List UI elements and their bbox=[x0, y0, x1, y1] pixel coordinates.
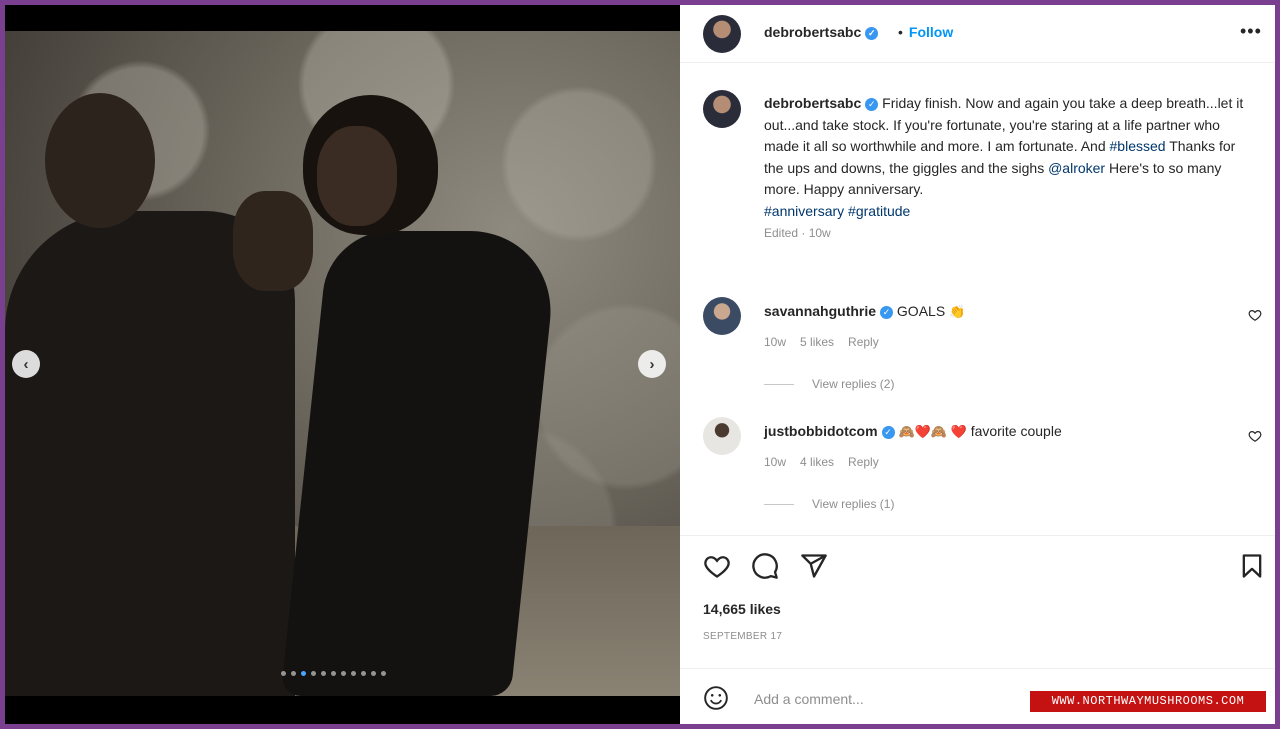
carousel-dot bbox=[301, 671, 306, 676]
caption-author-avatar[interactable] bbox=[703, 90, 741, 128]
post-photo bbox=[5, 31, 680, 696]
chevron-left-icon: ‹ bbox=[23, 355, 29, 373]
view-replies-button[interactable]: View replies (1) bbox=[764, 497, 894, 511]
comment-like-heart-icon[interactable] bbox=[1248, 308, 1262, 322]
verified-badge-icon: ✓ bbox=[865, 26, 879, 40]
instagram-post-window: ‹ › debrobertsabc ✓ • Follow ••• debrobert… bbox=[5, 5, 1275, 724]
author-avatar[interactable] bbox=[703, 15, 741, 53]
hashtag-blessed-link[interactable]: #blessed bbox=[1110, 138, 1166, 154]
clapping-emoji: 👏 bbox=[949, 304, 966, 319]
comment-meta: 10w 5 likes Reply bbox=[764, 335, 879, 349]
monkey-heart-emojis: 🙈❤️🙈 ❤️ bbox=[898, 424, 967, 439]
post-side-panel: debrobertsabc ✓ • Follow ••• debrobertsabc… bbox=[680, 5, 1275, 724]
share-icon[interactable] bbox=[800, 552, 828, 580]
comment-time: 10w bbox=[764, 455, 787, 469]
photo-clasped-hands bbox=[233, 191, 313, 291]
carousel-prev-button[interactable]: ‹ bbox=[12, 350, 40, 378]
comment-meta: 10w 4 likes Reply bbox=[764, 455, 879, 469]
post-header: debrobertsabc ✓ • Follow ••• bbox=[680, 5, 1275, 63]
carousel-dot bbox=[341, 671, 346, 676]
comment-likes-link[interactable]: 4 likes bbox=[800, 455, 834, 469]
photo-face-woman bbox=[317, 126, 397, 226]
comment-username[interactable]: savannahguthrie bbox=[764, 303, 876, 319]
carousel-dot bbox=[311, 671, 316, 676]
author-username-header[interactable]: debrobertsabc ✓ bbox=[764, 24, 879, 40]
carousel-dots bbox=[281, 671, 386, 676]
carousel-dot bbox=[381, 671, 386, 676]
comment-justbobbidotcom: justbobbidotcom ✓ 🙈❤️🙈 ❤️ favorite couple bbox=[764, 423, 1062, 440]
photo-figure-woman bbox=[280, 231, 560, 696]
carousel-dot bbox=[321, 671, 326, 676]
separator-dot: • bbox=[898, 24, 903, 40]
carousel-dot bbox=[331, 671, 336, 676]
post-date: SEPTEMBER 17 bbox=[703, 631, 783, 642]
carousel-dot bbox=[281, 671, 286, 676]
carousel-dot bbox=[351, 671, 356, 676]
bookmark-icon[interactable] bbox=[1238, 552, 1266, 580]
comment-avatar-savannahguthrie[interactable] bbox=[703, 297, 741, 335]
follow-group: • Follow bbox=[898, 24, 953, 40]
emoji-icon[interactable] bbox=[703, 685, 729, 711]
comment-likes-link[interactable]: 5 likes bbox=[800, 335, 834, 349]
carousel-dot bbox=[361, 671, 366, 676]
more-options-icon: ••• bbox=[1240, 21, 1262, 41]
mention-alroker-link[interactable]: @alroker bbox=[1048, 160, 1105, 176]
view-replies-label[interactable]: View replies (2) bbox=[812, 377, 894, 391]
heart-icon[interactable] bbox=[703, 552, 731, 580]
reply-button[interactable]: Reply bbox=[848, 455, 879, 469]
follow-button[interactable]: Follow bbox=[909, 24, 953, 40]
comment-text: favorite couple bbox=[970, 423, 1062, 439]
view-replies-label[interactable]: View replies (1) bbox=[812, 497, 894, 511]
view-replies-button[interactable]: View replies (2) bbox=[764, 377, 894, 391]
comment-like-heart-icon[interactable] bbox=[1248, 429, 1262, 443]
photo-head-man bbox=[45, 93, 155, 228]
author-username-text[interactable]: debrobertsabc bbox=[764, 24, 861, 40]
site-watermark: WWW.NORTHWAYMUSHROOMS.COM bbox=[1030, 691, 1266, 712]
comment-avatar-justbobbidotcom[interactable] bbox=[703, 417, 741, 455]
add-comment-input[interactable] bbox=[752, 687, 1016, 711]
comment-icon[interactable] bbox=[751, 552, 779, 580]
carousel-next-button[interactable]: › bbox=[638, 350, 666, 378]
comment-username[interactable]: justbobbidotcom bbox=[764, 423, 878, 439]
carousel-dot bbox=[291, 671, 296, 676]
photo-panel: ‹ › bbox=[5, 5, 680, 724]
hashtag-anniversary-link[interactable]: #anniversary bbox=[764, 203, 844, 219]
verified-badge-icon: ✓ bbox=[865, 97, 879, 111]
comment-savannahguthrie: savannahguthrie ✓ GOALS 👏 bbox=[764, 303, 965, 320]
more-options-button[interactable]: ••• bbox=[1240, 21, 1262, 42]
comment-text: GOALS bbox=[896, 303, 946, 319]
replies-divider-line bbox=[764, 503, 794, 505]
caption-username[interactable]: debrobertsabc bbox=[764, 95, 861, 111]
chevron-right-icon: › bbox=[649, 355, 655, 373]
post-action-bar bbox=[680, 535, 1275, 606]
like-count[interactable]: 14,665 likes bbox=[703, 601, 781, 617]
caption-edited-timestamp: Edited · 10w bbox=[764, 226, 831, 240]
verified-badge-icon: ✓ bbox=[880, 305, 894, 319]
replies-divider-line bbox=[764, 383, 794, 385]
carousel-dot bbox=[371, 671, 376, 676]
comment-time: 10w bbox=[764, 335, 787, 349]
hashtag-gratitude-link[interactable]: #gratitude bbox=[848, 203, 910, 219]
verified-badge-icon: ✓ bbox=[881, 425, 895, 439]
reply-button[interactable]: Reply bbox=[848, 335, 879, 349]
post-caption: debrobertsabc ✓ Friday finish. Now and ag… bbox=[764, 93, 1254, 245]
